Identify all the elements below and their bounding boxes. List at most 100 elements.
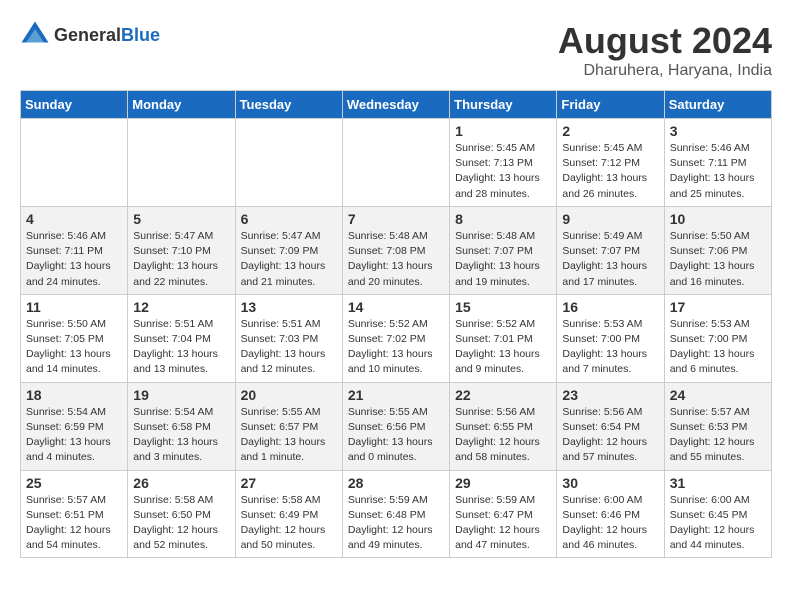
week-row-4: 18Sunrise: 5:54 AM Sunset: 6:59 PM Dayli… [21, 382, 772, 470]
day-cell: 30 Sunrise: 6:00 AM Sunset: 6:46 PM Dayli… [557, 470, 664, 558]
day-cell: 20Sunrise: 5:55 AM Sunset: 6:57 PM Dayli… [235, 382, 342, 470]
day-info: Sunrise: 5:52 AM Sunset: 7:01 PM Dayligh… [455, 317, 551, 378]
day-number: 30 [562, 475, 658, 491]
day-header-monday: Monday [128, 91, 235, 119]
day-number: 24 [670, 387, 766, 403]
day-info: Sunrise: 5:54 AM Sunset: 6:58 PM Dayligh… [133, 405, 229, 466]
day-info: Sunrise: 5:46 AM Sunset: 7:11 PM Dayligh… [670, 141, 766, 202]
day-number: 31 [670, 475, 766, 491]
day-number: 27 [241, 475, 337, 491]
day-cell: 26Sunrise: 5:58 AM Sunset: 6:50 PM Dayli… [128, 470, 235, 558]
day-info: Sunrise: 5:46 AM Sunset: 7:11 PM Dayligh… [26, 229, 122, 290]
day-cell: 27 Sunrise: 5:58 AM Sunset: 6:49 PM Dayli… [235, 470, 342, 558]
day-info: Sunrise: 5:53 AM Sunset: 7:00 PM Dayligh… [562, 317, 658, 378]
header-row: SundayMondayTuesdayWednesdayThursdayFrid… [21, 91, 772, 119]
day-cell [128, 119, 235, 207]
header: GeneralBlue August 2024 Dharuhera, Harya… [20, 20, 772, 80]
day-cell: 17Sunrise: 5:53 AM Sunset: 7:00 PM Dayli… [664, 294, 771, 382]
day-cell: 12 Sunrise: 5:51 AM Sunset: 7:04 PM Dayli… [128, 294, 235, 382]
title-area: August 2024 Dharuhera, Haryana, India [558, 20, 772, 80]
day-number: 2 [562, 123, 658, 139]
week-row-3: 11 Sunrise: 5:50 AM Sunset: 7:05 PM Dayli… [21, 294, 772, 382]
day-cell: 14 Sunrise: 5:52 AM Sunset: 7:02 PM Dayli… [342, 294, 449, 382]
day-cell: 13 Sunrise: 5:51 AM Sunset: 7:03 PM Dayli… [235, 294, 342, 382]
day-cell: 28 Sunrise: 5:59 AM Sunset: 6:48 PM Dayli… [342, 470, 449, 558]
day-cell: 18Sunrise: 5:54 AM Sunset: 6:59 PM Dayli… [21, 382, 128, 470]
day-number: 6 [241, 211, 337, 227]
day-cell: 9 Sunrise: 5:49 AM Sunset: 7:07 PM Daylig… [557, 206, 664, 294]
day-cell: 19 Sunrise: 5:54 AM Sunset: 6:58 PM Dayli… [128, 382, 235, 470]
day-number: 21 [348, 387, 444, 403]
day-info: Sunrise: 5:48 AM Sunset: 7:08 PM Dayligh… [348, 229, 444, 290]
day-cell: 10 Sunrise: 5:50 AM Sunset: 7:06 PM Dayli… [664, 206, 771, 294]
day-cell [235, 119, 342, 207]
day-header-saturday: Saturday [664, 91, 771, 119]
day-cell: 25 Sunrise: 5:57 AM Sunset: 6:51 PM Dayli… [21, 470, 128, 558]
day-number: 12 [133, 299, 229, 315]
day-cell [21, 119, 128, 207]
day-info: Sunrise: 5:56 AM Sunset: 6:54 PM Dayligh… [562, 405, 658, 466]
day-number: 1 [455, 123, 551, 139]
day-header-friday: Friday [557, 91, 664, 119]
day-number: 23 [562, 387, 658, 403]
day-number: 26 [133, 475, 229, 491]
day-info: Sunrise: 5:57 AM Sunset: 6:51 PM Dayligh… [26, 493, 122, 554]
day-number: 29 [455, 475, 551, 491]
day-header-wednesday: Wednesday [342, 91, 449, 119]
day-info: Sunrise: 5:48 AM Sunset: 7:07 PM Dayligh… [455, 229, 551, 290]
day-number: 15 [455, 299, 551, 315]
day-cell: 2 Sunrise: 5:45 AM Sunset: 7:12 PM Daylig… [557, 119, 664, 207]
day-number: 9 [562, 211, 658, 227]
day-cell: 7Sunrise: 5:48 AM Sunset: 7:08 PM Daylig… [342, 206, 449, 294]
day-cell: 15 Sunrise: 5:52 AM Sunset: 7:01 PM Dayli… [450, 294, 557, 382]
subtitle: Dharuhera, Haryana, India [558, 62, 772, 80]
week-row-2: 4Sunrise: 5:46 AM Sunset: 7:11 PM Daylig… [21, 206, 772, 294]
logo-text-general: General [54, 25, 121, 45]
day-number: 28 [348, 475, 444, 491]
day-info: Sunrise: 5:50 AM Sunset: 7:06 PM Dayligh… [670, 229, 766, 290]
day-info: Sunrise: 5:51 AM Sunset: 7:04 PM Dayligh… [133, 317, 229, 378]
day-info: Sunrise: 5:49 AM Sunset: 7:07 PM Dayligh… [562, 229, 658, 290]
day-number: 22 [455, 387, 551, 403]
day-number: 8 [455, 211, 551, 227]
day-info: Sunrise: 5:50 AM Sunset: 7:05 PM Dayligh… [26, 317, 122, 378]
main-title: August 2024 [558, 20, 772, 62]
day-info: Sunrise: 5:59 AM Sunset: 6:48 PM Dayligh… [348, 493, 444, 554]
day-info: Sunrise: 5:45 AM Sunset: 7:13 PM Dayligh… [455, 141, 551, 202]
day-info: Sunrise: 5:55 AM Sunset: 6:56 PM Dayligh… [348, 405, 444, 466]
day-info: Sunrise: 5:52 AM Sunset: 7:02 PM Dayligh… [348, 317, 444, 378]
calendar-table: SundayMondayTuesdayWednesdayThursdayFrid… [20, 90, 772, 558]
week-row-1: 1 Sunrise: 5:45 AM Sunset: 7:13 PM Daylig… [21, 119, 772, 207]
day-cell: 23 Sunrise: 5:56 AM Sunset: 6:54 PM Dayli… [557, 382, 664, 470]
logo: GeneralBlue [20, 20, 160, 50]
day-cell: 4Sunrise: 5:46 AM Sunset: 7:11 PM Daylig… [21, 206, 128, 294]
day-info: Sunrise: 5:51 AM Sunset: 7:03 PM Dayligh… [241, 317, 337, 378]
day-cell: 6Sunrise: 5:47 AM Sunset: 7:09 PM Daylig… [235, 206, 342, 294]
day-number: 13 [241, 299, 337, 315]
day-info: Sunrise: 5:45 AM Sunset: 7:12 PM Dayligh… [562, 141, 658, 202]
day-info: Sunrise: 5:58 AM Sunset: 6:49 PM Dayligh… [241, 493, 337, 554]
day-number: 14 [348, 299, 444, 315]
day-info: Sunrise: 5:54 AM Sunset: 6:59 PM Dayligh… [26, 405, 122, 466]
day-cell: 22 Sunrise: 5:56 AM Sunset: 6:55 PM Dayli… [450, 382, 557, 470]
day-info: Sunrise: 5:57 AM Sunset: 6:53 PM Dayligh… [670, 405, 766, 466]
day-number: 11 [26, 299, 122, 315]
week-row-5: 25 Sunrise: 5:57 AM Sunset: 6:51 PM Dayli… [21, 470, 772, 558]
day-cell: 31 Sunrise: 6:00 AM Sunset: 6:45 PM Dayli… [664, 470, 771, 558]
day-info: Sunrise: 5:55 AM Sunset: 6:57 PM Dayligh… [241, 405, 337, 466]
day-info: Sunrise: 6:00 AM Sunset: 6:45 PM Dayligh… [670, 493, 766, 554]
day-info: Sunrise: 5:53 AM Sunset: 7:00 PM Dayligh… [670, 317, 766, 378]
day-header-thursday: Thursday [450, 91, 557, 119]
day-cell: 1 Sunrise: 5:45 AM Sunset: 7:13 PM Daylig… [450, 119, 557, 207]
day-number: 10 [670, 211, 766, 227]
day-cell: 5Sunrise: 5:47 AM Sunset: 7:10 PM Daylig… [128, 206, 235, 294]
day-info: Sunrise: 5:56 AM Sunset: 6:55 PM Dayligh… [455, 405, 551, 466]
day-number: 5 [133, 211, 229, 227]
day-number: 25 [26, 475, 122, 491]
day-cell: 3Sunrise: 5:46 AM Sunset: 7:11 PM Daylig… [664, 119, 771, 207]
logo-icon [20, 20, 50, 50]
day-number: 19 [133, 387, 229, 403]
day-info: Sunrise: 6:00 AM Sunset: 6:46 PM Dayligh… [562, 493, 658, 554]
day-cell: 21 Sunrise: 5:55 AM Sunset: 6:56 PM Dayli… [342, 382, 449, 470]
logo-text-blue: Blue [121, 25, 160, 45]
